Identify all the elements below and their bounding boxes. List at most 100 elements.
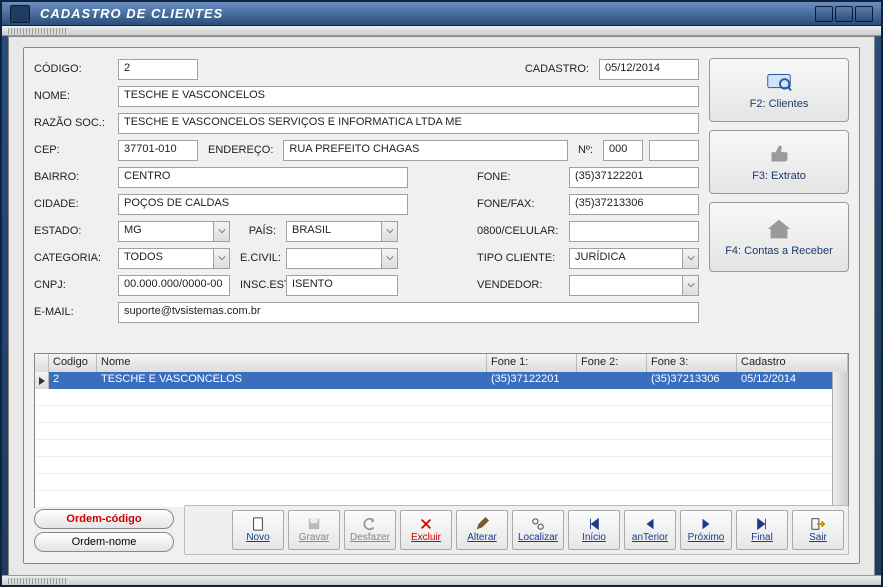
fone-field[interactable]: (35)37122201 — [569, 167, 699, 188]
system-menu-icon[interactable] — [10, 5, 30, 23]
tipocliente-combo[interactable]: JURÍDICA — [569, 248, 699, 269]
prev-icon — [642, 517, 658, 531]
chevron-down-icon — [683, 275, 699, 296]
thumbs-up-icon — [764, 142, 794, 166]
grid-col-nome[interactable]: Nome — [97, 354, 487, 372]
label-celular: 0800/CELULAR: — [473, 225, 563, 237]
next-icon — [698, 517, 714, 531]
label-cep: CEP: — [34, 144, 112, 156]
complemento-field[interactable] — [649, 140, 699, 161]
grid-body[interactable]: 2 TESCHE E VASCONCELOS (35)37122201 (35)… — [35, 372, 848, 509]
email-field[interactable]: suporte@tvsistemas.com.br — [118, 302, 699, 323]
minimize-button[interactable] — [815, 6, 833, 22]
label-tipocliente: TIPO CLIENTE: — [473, 252, 563, 264]
label-fonefax: FONE/FAX: — [473, 198, 563, 210]
novo-button[interactable]: Novo — [232, 510, 284, 550]
exit-icon — [810, 517, 826, 531]
label-categoria: CATEGORIA: — [34, 252, 112, 264]
grid-marker-col — [35, 354, 49, 372]
endereco-field[interactable]: RUA PREFEITO CHAGAS — [283, 140, 568, 161]
label-email: E-MAIL: — [34, 306, 112, 318]
ordem-codigo-button[interactable]: Ordem-código — [34, 509, 174, 529]
grid-col-fone3[interactable]: Fone 3: — [647, 354, 737, 372]
app-window: CADASTRO DE CLIENTES CÓDIGO: 2 CADASTRO:… — [0, 0, 883, 587]
label-pais: PAÍS: — [236, 225, 280, 237]
close-button[interactable] — [855, 6, 873, 22]
cidade-field[interactable]: POÇOS DE CALDAS — [118, 194, 408, 215]
codigo-field[interactable]: 2 — [118, 59, 198, 80]
delete-icon — [418, 517, 434, 531]
cnpj-field[interactable]: 00.000.000/0000-00 — [118, 275, 230, 296]
proximo-button[interactable]: Próximo — [680, 510, 732, 550]
vertical-scrollbar[interactable] — [832, 372, 848, 507]
localizar-button[interactable]: Localizar — [512, 510, 564, 550]
bairro-field[interactable]: CENTRO — [118, 167, 408, 188]
chevron-down-icon — [214, 221, 230, 242]
label-cadastro: CADASTRO: — [521, 63, 593, 75]
grid-row[interactable]: 2 TESCHE E VASCONCELOS (35)37122201 (35)… — [35, 372, 848, 389]
desfazer-button[interactable]: Desfazer — [344, 510, 396, 550]
fonefax-field[interactable]: (35)37213306 — [569, 194, 699, 215]
pais-combo[interactable]: BRASIL — [286, 221, 398, 242]
ordem-nome-button[interactable]: Ordem-nome — [34, 532, 174, 552]
nav-panel: Novo Gravar Desfazer Excluir Alterar Loc… — [184, 505, 849, 555]
bottom-toolbar: Ordem-código Ordem-nome Novo Gravar Desf… — [34, 505, 849, 555]
edit-icon — [474, 517, 490, 531]
numero-field[interactable]: 000 — [603, 140, 643, 161]
undo-icon — [362, 517, 378, 531]
clients-icon — [764, 70, 794, 94]
sair-button[interactable]: Sair — [792, 510, 844, 550]
vendedor-combo[interactable] — [569, 275, 699, 296]
razao-field[interactable]: TESCHE E VASCONCELOS SERVIÇOS E INFORMAT… — [118, 113, 699, 134]
clients-grid[interactable]: Codigo Nome Fone 1: Fone 2: Fone 3: Cada… — [34, 353, 849, 508]
f3-extrato-button[interactable]: F3: Extrato — [709, 130, 849, 194]
top-rebar — [2, 26, 881, 36]
estado-combo[interactable]: MG — [118, 221, 230, 242]
grid-col-fone2[interactable]: Fone 2: — [577, 354, 647, 372]
row-indicator-icon — [35, 372, 49, 389]
label-endereco: ENDEREÇO: — [204, 144, 277, 156]
alterar-button[interactable]: Alterar — [456, 510, 508, 550]
label-razao: RAZÃO SOC.: — [34, 117, 112, 129]
label-inscest: INSC.EST: — [236, 279, 280, 291]
excluir-button[interactable]: Excluir — [400, 510, 452, 550]
gravar-button[interactable]: Gravar — [288, 510, 340, 550]
categoria-combo[interactable]: TODOS — [118, 248, 230, 269]
titlebar[interactable]: CADASTRO DE CLIENTES — [2, 2, 881, 26]
maximize-button[interactable] — [835, 6, 853, 22]
label-fone: FONE: — [473, 171, 563, 183]
window-controls — [815, 6, 873, 22]
chevron-down-icon — [382, 248, 398, 269]
label-nome: NOME: — [34, 90, 112, 102]
main-panel: CÓDIGO: 2 CADASTRO: 05/12/2014 NOME: TES… — [23, 47, 860, 564]
client-area: CÓDIGO: 2 CADASTRO: 05/12/2014 NOME: TES… — [8, 36, 875, 579]
grid-col-cadastro[interactable]: Cadastro — [737, 354, 848, 372]
inicio-button[interactable]: Início — [568, 510, 620, 550]
final-button[interactable]: Final — [736, 510, 788, 550]
chevron-down-icon — [382, 221, 398, 242]
label-ecivil: E.CIVIL: — [236, 252, 280, 264]
chevron-down-icon — [214, 248, 230, 269]
sort-group: Ordem-código Ordem-nome — [34, 509, 174, 552]
first-icon — [586, 517, 602, 531]
label-bairro: BAIRRO: — [34, 171, 112, 183]
ecivil-combo[interactable] — [286, 248, 398, 269]
save-icon — [306, 517, 322, 531]
cadastro-field[interactable]: 05/12/2014 — [599, 59, 699, 80]
f2-clientes-button[interactable]: F2: Clientes — [709, 58, 849, 122]
inscest-field[interactable]: ISENTO — [286, 275, 398, 296]
anterior-button[interactable]: anTerior — [624, 510, 676, 550]
last-icon — [754, 517, 770, 531]
nome-field[interactable]: TESCHE E VASCONCELOS — [118, 86, 699, 107]
window-title: CADASTRO DE CLIENTES — [40, 6, 815, 21]
grid-col-fone1[interactable]: Fone 1: — [487, 354, 577, 372]
cep-field[interactable]: 37701-010 — [118, 140, 198, 161]
search-icon — [530, 517, 546, 531]
house-icon — [764, 217, 794, 241]
label-numero: Nº: — [574, 144, 597, 156]
f4-contas-button[interactable]: F4: Contas a Receber — [709, 202, 849, 272]
grid-col-codigo[interactable]: Codigo — [49, 354, 97, 372]
grid-header: Codigo Nome Fone 1: Fone 2: Fone 3: Cada… — [35, 354, 848, 372]
celular-field[interactable] — [569, 221, 699, 242]
label-estado: ESTADO: — [34, 225, 112, 237]
